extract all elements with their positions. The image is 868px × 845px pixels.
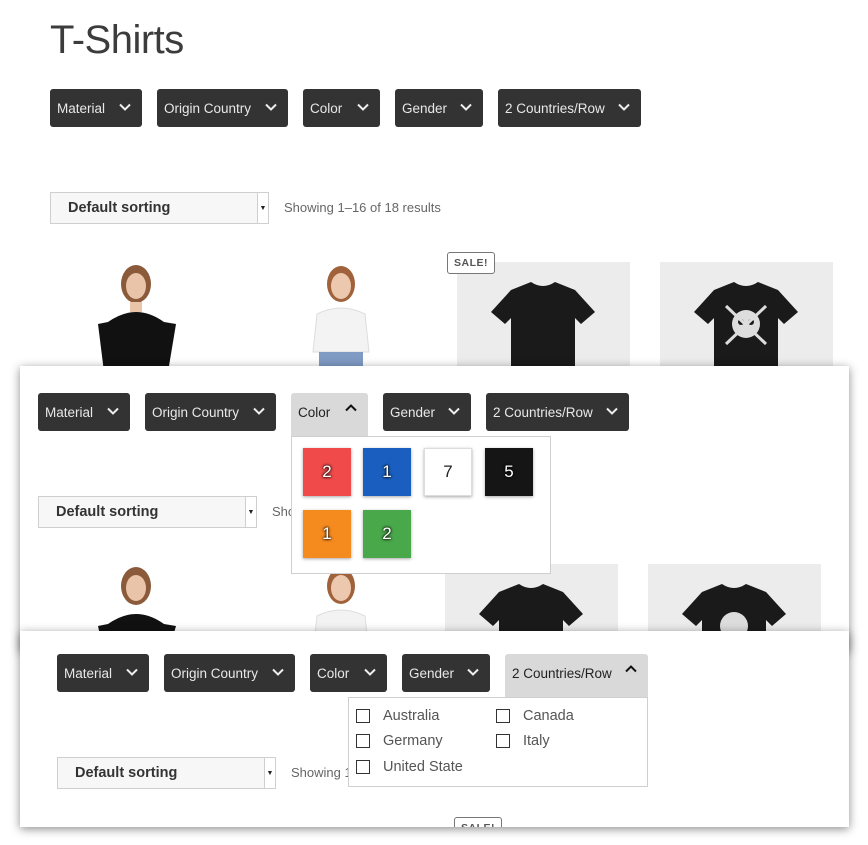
filter-label: Material (64, 665, 113, 681)
black-tshirt-photo (491, 282, 595, 372)
filter-countries-row-button[interactable]: 2 Countries/Row (486, 393, 629, 431)
color-filter-open-panel: Material Origin Country Color Gender 2 C… (20, 366, 849, 651)
filter-label: Material (45, 404, 94, 420)
skull-tshirt-photo (694, 282, 798, 372)
sorting-select[interactable]: Default sorting ▼ (38, 496, 257, 528)
dropdown-arrow-icon: ▼ (257, 193, 268, 223)
filter-color-button[interactable]: Color (291, 393, 368, 436)
filter-origin-country-button[interactable]: Origin Country (145, 393, 276, 431)
filter-label: Color (317, 665, 350, 681)
chevron-down-icon (448, 407, 460, 415)
checkbox-icon[interactable] (356, 734, 370, 748)
checkbox-icon[interactable] (356, 760, 370, 774)
sorting-value: Default sorting (56, 504, 159, 520)
result-count: Showing 1 (291, 765, 352, 780)
filter-label: Origin Country (171, 665, 259, 681)
filter-label: 2 Countries/Row (505, 100, 605, 116)
chevron-down-icon (119, 103, 131, 111)
country-label: Australia (383, 708, 440, 724)
swatch-count: 2 (322, 462, 332, 481)
chevron-down-icon (107, 407, 119, 415)
sorting-value: Default sorting (75, 765, 178, 781)
country-label: Canada (523, 708, 574, 724)
woman-white-top-photo (312, 266, 370, 372)
swatch-green[interactable]: 2 (363, 510, 411, 558)
color-swatch-dropdown: 2 1 7 5 1 2 (291, 436, 551, 574)
filter-material-button[interactable]: Material (38, 393, 130, 431)
sorting-value: Default sorting (68, 200, 171, 216)
chevron-up-icon (625, 665, 637, 673)
sale-badge: SALE! (447, 252, 495, 274)
page-title: T-Shirts (50, 18, 184, 62)
filter-color-button[interactable]: Color (303, 89, 380, 127)
chevron-down-icon (606, 407, 618, 415)
country-checkbox-australia[interactable]: Australia (356, 708, 439, 724)
filter-material-button[interactable]: Material (50, 89, 142, 127)
chevron-down-icon (467, 668, 479, 676)
filter-countries-row-button[interactable]: 2 Countries/Row (498, 89, 641, 127)
country-label: United State (383, 759, 463, 775)
swatch-orange[interactable]: 1 (303, 510, 351, 558)
swatch-count: 7 (443, 462, 453, 481)
swatch-count: 1 (382, 462, 392, 481)
filter-label: Origin Country (152, 404, 240, 420)
result-count: Showing 1–16 of 18 results (284, 200, 441, 215)
country-checkbox-germany[interactable]: Germany (356, 733, 443, 749)
filter-label: 2 Countries/Row (493, 404, 593, 420)
swatch-count: 2 (382, 524, 392, 543)
filter-label: Material (57, 100, 106, 116)
filter-label: 2 Countries/Row (512, 665, 612, 681)
filter-label: Color (298, 404, 331, 420)
chevron-up-icon (345, 404, 357, 412)
chevron-down-icon (364, 668, 376, 676)
chevron-down-icon (460, 103, 472, 111)
filter-color-button[interactable]: Color (310, 654, 387, 692)
filter-origin-country-button[interactable]: Origin Country (164, 654, 295, 692)
dropdown-arrow-icon: ▼ (264, 758, 275, 788)
filter-gender-button[interactable]: Gender (395, 89, 483, 127)
swatch-black[interactable]: 5 (485, 448, 533, 496)
country-checkbox-italy[interactable]: Italy (496, 733, 550, 749)
dropdown-arrow-icon: ▼ (245, 497, 256, 527)
country-label: Germany (383, 733, 443, 749)
filter-label: Gender (402, 100, 448, 116)
chevron-down-icon (126, 668, 138, 676)
countries-dropdown: Australia Canada Germany Italy United St… (348, 697, 648, 787)
filter-label: Origin Country (164, 100, 252, 116)
product-image-skull-tshirt[interactable] (660, 262, 833, 372)
sorting-select[interactable]: Default sorting ▼ (57, 757, 276, 789)
filter-gender-button[interactable]: Gender (402, 654, 490, 692)
checkbox-icon[interactable] (356, 709, 370, 723)
chevron-down-icon (253, 407, 265, 415)
country-checkbox-united-state[interactable]: United State (356, 759, 463, 775)
filter-origin-country-button[interactable]: Origin Country (157, 89, 288, 127)
filter-label: Gender (409, 665, 455, 681)
swatch-blue[interactable]: 1 (363, 448, 411, 496)
chevron-down-icon (272, 668, 284, 676)
product-image-black-tshirt[interactable] (457, 262, 630, 372)
country-label: Italy (523, 733, 550, 749)
product-image-woman-black[interactable] (50, 262, 220, 372)
chevron-down-icon (357, 103, 369, 111)
checkbox-icon[interactable] (496, 734, 510, 748)
countries-filter-open-panel: Material Origin Country Color Gender 2 C… (20, 631, 849, 827)
filter-gender-button[interactable]: Gender (383, 393, 471, 431)
product-image-woman-white[interactable] (253, 262, 423, 372)
filter-label: Color (310, 100, 343, 116)
sale-badge: SALE! (454, 817, 502, 827)
swatch-red[interactable]: 2 (303, 448, 351, 496)
chevron-down-icon (265, 103, 277, 111)
swatch-count: 5 (504, 462, 514, 481)
checkbox-icon[interactable] (496, 709, 510, 723)
sorting-select[interactable]: Default sorting ▼ (50, 192, 269, 224)
country-checkbox-canada[interactable]: Canada (496, 708, 574, 724)
filter-material-button[interactable]: Material (57, 654, 149, 692)
filter-countries-row-button[interactable]: 2 Countries/Row (505, 654, 648, 697)
filter-label: Gender (390, 404, 436, 420)
woman-black-top-photo (98, 265, 176, 372)
chevron-down-icon (618, 103, 630, 111)
swatch-count: 1 (322, 524, 332, 543)
swatch-white[interactable]: 7 (424, 448, 472, 496)
